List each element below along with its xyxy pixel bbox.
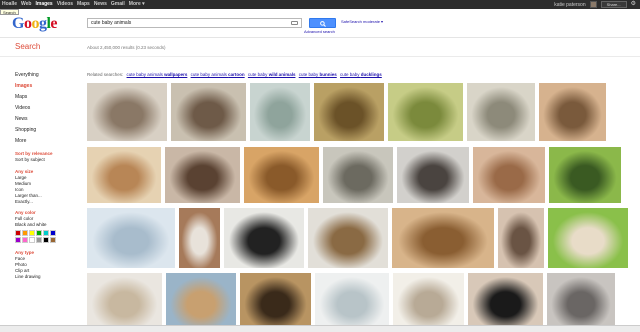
top-nav-more[interactable]: More ▾	[129, 0, 145, 9]
top-nav-web[interactable]: Web	[21, 0, 31, 9]
thumb-turtle-coins[interactable]	[323, 147, 393, 203]
search-query: cute baby animals	[91, 20, 132, 26]
top-nav-gmail[interactable]: Gmail	[111, 0, 125, 9]
thumb-puppy-running[interactable]	[397, 147, 469, 203]
account-name[interactable]: katie paterson	[554, 2, 585, 8]
color-swatch[interactable]	[36, 230, 42, 236]
thumb-dalmatian-puppies[interactable]	[549, 147, 621, 203]
thumb-baby-kangaroo[interactable]	[179, 208, 220, 268]
thumb-tiger-cubs[interactable]	[240, 273, 311, 330]
related-link-cartoon[interactable]: cute baby animals cartoon	[191, 72, 245, 77]
thumb-kittens-gray[interactable]	[547, 273, 615, 330]
results-count: About 2,450,000 results (0.23 seconds)	[87, 45, 166, 50]
status-bar	[0, 325, 640, 332]
related-searches: Related searches: cute baby animals wall…	[87, 72, 382, 77]
color-swatch[interactable]	[22, 230, 28, 236]
color-swatch[interactable]	[50, 237, 56, 243]
thumb-hamster-green[interactable]	[548, 208, 628, 268]
subheader-divider	[0, 56, 640, 57]
google-logo[interactable]: Google	[12, 15, 57, 33]
share-button[interactable]: Share...	[600, 1, 627, 8]
thumb-snail-blanket[interactable]	[250, 83, 310, 141]
thumb-kitten-hand[interactable]	[498, 208, 544, 268]
color-black-white[interactable]: Black and white	[15, 222, 80, 228]
thumb-hedgehog-finger[interactable]	[473, 147, 545, 203]
avatar[interactable]	[589, 1, 597, 8]
top-nav-maps[interactable]: Maps	[77, 0, 90, 9]
thumb-polar-cub-white[interactable]	[315, 273, 389, 330]
thumb-panda-cubs[interactable]	[224, 208, 304, 268]
color-swatch[interactable]	[29, 237, 35, 243]
color-swatch[interactable]	[36, 237, 42, 243]
gear-icon[interactable]: ⚙	[631, 0, 636, 9]
thumb-puppy-duo-snow[interactable]	[166, 273, 236, 330]
sidebar-item-maps[interactable]: Maps	[15, 92, 80, 103]
top-nav-news[interactable]: News	[94, 0, 107, 9]
type-line-drawing[interactable]: Line drawing	[15, 274, 80, 280]
thumb-puppy-sleeping[interactable]	[392, 208, 494, 268]
search-input[interactable]: cute baby animals	[87, 18, 302, 28]
color-swatch[interactable]	[43, 237, 49, 243]
header-divider	[0, 37, 640, 38]
safesearch-dropdown[interactable]: SafeSearch moderate ▾	[341, 19, 383, 24]
related-link-wallpapers[interactable]: cute baby animals wallpapers	[127, 72, 188, 77]
color-swatches	[15, 230, 80, 243]
thumb-polar-bear-cubs[interactable]	[467, 83, 535, 141]
thumb-seal-pup[interactable]	[87, 208, 175, 268]
thumb-mouse-toy[interactable]	[171, 83, 246, 141]
top-nav-images[interactable]: Images	[35, 0, 52, 9]
thumb-duckling-chick[interactable]	[388, 83, 463, 141]
sidebar-item-images[interactable]: Images	[15, 81, 80, 92]
top-nav-videos[interactable]: Videos	[57, 0, 73, 9]
top-nav: Hoalle Web Images Videos Maps News Gmail…	[2, 0, 145, 9]
thumb-white-kitten-rug[interactable]	[87, 273, 162, 330]
thumb-hamster-hand[interactable]	[539, 83, 606, 141]
thumb-puppies-pair[interactable]	[244, 147, 319, 203]
page-title: Search	[15, 42, 41, 51]
sidebar-item-more[interactable]: More	[15, 136, 80, 147]
thumb-bottle-feeding[interactable]	[165, 147, 240, 203]
sidebar-item-news[interactable]: News	[15, 114, 80, 125]
related-link-ducklings[interactable]: cute baby ducklings	[340, 72, 382, 77]
sidebar: Everything Images Maps Videos News Shopp…	[15, 70, 80, 280]
color-swatch[interactable]	[15, 230, 21, 236]
thumb-mouse-teddy[interactable]	[87, 83, 167, 141]
color-swatch[interactable]	[43, 230, 49, 236]
related-link-bunnies[interactable]: cute baby bunnies	[299, 72, 337, 77]
thumb-white-puppies[interactable]	[393, 273, 464, 330]
related-label: Related searches:	[87, 72, 124, 77]
advanced-search-link[interactable]: Advanced search	[304, 29, 335, 34]
search-button[interactable]	[309, 18, 336, 28]
account-area: katie paterson Share... ⚙	[554, 0, 636, 9]
top-nav-hoalle[interactable]: Hoalle	[2, 0, 17, 9]
color-swatch[interactable]	[29, 230, 35, 236]
related-link-wild-animals[interactable]: cute baby wild animals	[248, 72, 296, 77]
thumb-skunk-baby[interactable]	[468, 273, 543, 330]
thumb-kitten-calico[interactable]	[308, 208, 388, 268]
color-swatch[interactable]	[50, 230, 56, 236]
thumb-bunny[interactable]	[87, 147, 161, 203]
color-swatch[interactable]	[22, 237, 28, 243]
top-navigation-bar: Hoalle Web Images Videos Maps News Gmail…	[0, 0, 640, 9]
sidebar-item-videos[interactable]: Videos	[15, 103, 80, 114]
sidebar-item-everything[interactable]: Everything	[15, 70, 80, 81]
sidebar-item-shopping[interactable]: Shopping	[15, 125, 80, 136]
search-icon	[320, 21, 326, 27]
color-swatch[interactable]	[15, 237, 21, 243]
thumb-ducklings-pile[interactable]	[314, 83, 384, 141]
keyboard-icon[interactable]	[291, 21, 298, 25]
